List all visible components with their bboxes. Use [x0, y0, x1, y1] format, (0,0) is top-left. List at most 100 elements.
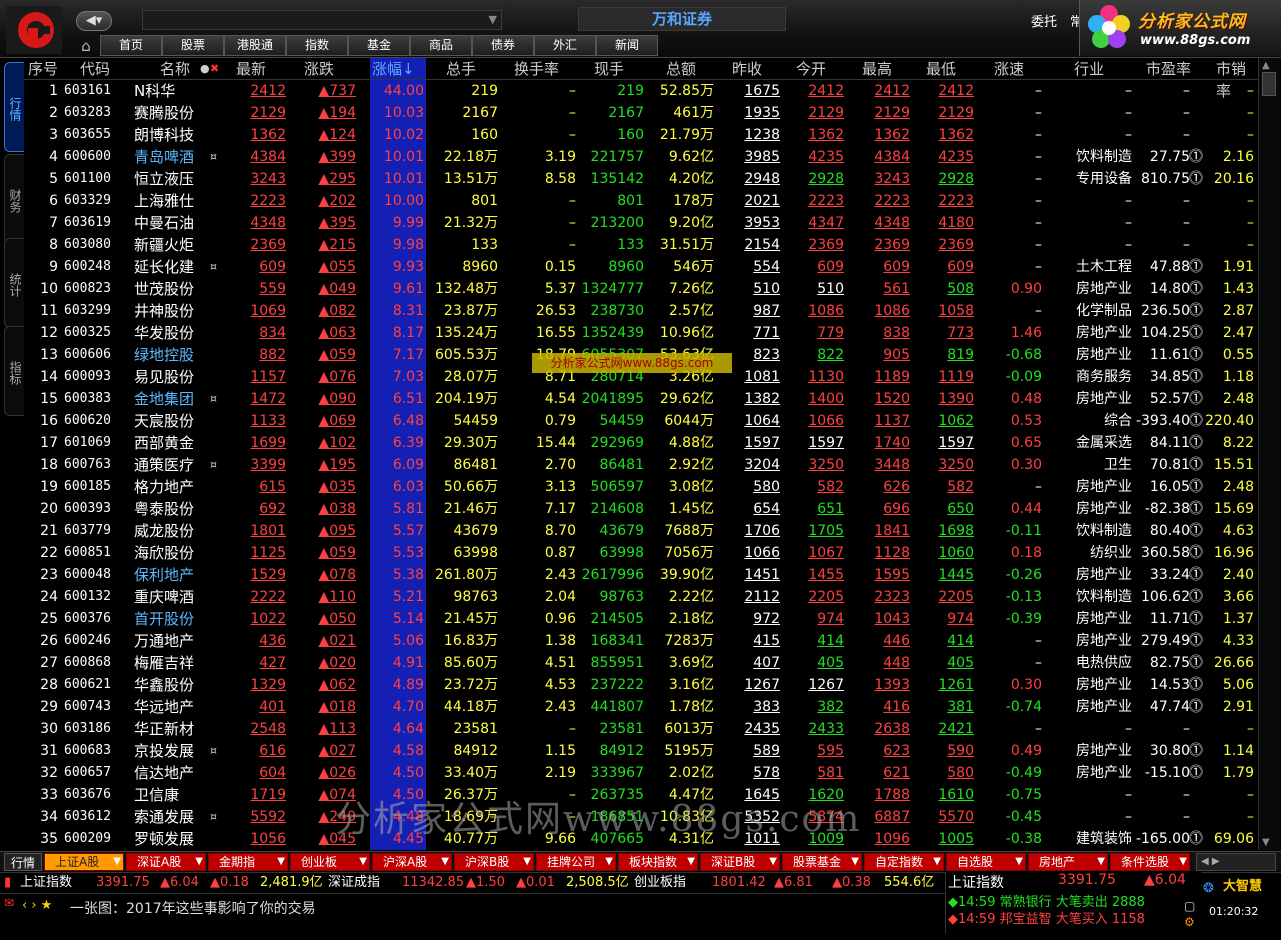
tab-finance[interactable]: 财务 — [4, 154, 24, 244]
trade-button[interactable]: 委托 — [1031, 11, 1057, 30]
cell-name[interactable]: 海欣股份 — [134, 542, 214, 564]
cell-name[interactable]: 通策医疗 — [134, 454, 214, 476]
home-icon[interactable]: ⌂ — [76, 37, 96, 55]
bottom-tab[interactable]: 房地产 ▼ — [1028, 853, 1108, 871]
cell-code[interactable]: 600209 — [64, 828, 114, 850]
chevron-down-icon[interactable]: ▼ — [523, 854, 531, 870]
chevron-down-icon[interactable]: ▼ — [605, 854, 613, 870]
menu-index[interactable]: 指数 — [286, 35, 348, 56]
table-row[interactable]: 4 600600 青岛啤酒 ¤ 4384 ▲399 10.01 22.18万 3.19 22175… — [24, 146, 1258, 168]
mail-icon[interactable]: ✉ — [4, 896, 14, 910]
bottom-tab[interactable]: 自定指数 ▼ — [864, 853, 944, 871]
cell-name[interactable]: 井神股份 — [134, 300, 214, 322]
col-last[interactable]: 最新 — [236, 58, 266, 80]
cell-code[interactable]: 600248 — [64, 256, 114, 278]
col-change[interactable]: 涨跌 — [304, 58, 334, 80]
table-row[interactable]: 21 603779 威龙股份 1801 ▲095 5.57 43679 8.70 43679 76… — [24, 520, 1258, 542]
cell-code[interactable]: 603080 — [64, 234, 114, 256]
table-row[interactable]: 31 600683 京投发展 ¤ 616 ▲027 4.58 84912 1.15 84912 51… — [24, 740, 1258, 762]
col-low[interactable]: 最低 — [926, 58, 956, 80]
table-row[interactable]: 10 600823 世茂股份 559 ▲049 9.61 132.48万 5.37 132477… — [24, 278, 1258, 300]
bottom-tab[interactable]: 上证A股 ▼ — [44, 853, 124, 871]
col-pe[interactable]: 市盈率 — [1146, 58, 1191, 80]
table-row[interactable]: 25 600376 首开股份 1022 ▲050 5.14 21.45万 0.96 214505… — [24, 608, 1258, 630]
scroll-up-icon[interactable]: ▲ — [1262, 60, 1270, 71]
cell-name[interactable]: 世茂股份 — [134, 278, 214, 300]
bottom-tab[interactable]: 深证B股 ▼ — [700, 853, 780, 871]
cell-name[interactable]: 首开股份 — [134, 608, 214, 630]
bottom-tab[interactable]: 条件选股 ▼ — [1110, 853, 1190, 871]
scroll-thumb[interactable] — [1262, 72, 1276, 96]
cell-code[interactable]: 600376 — [64, 608, 114, 630]
cell-name[interactable]: 恒立液压 — [134, 168, 214, 190]
cell-name[interactable]: 中曼石油 — [134, 212, 214, 234]
cell-code[interactable]: 600868 — [64, 652, 114, 674]
col-industry[interactable]: 行业 — [1074, 58, 1104, 80]
quotes-button[interactable]: 行情 — [4, 853, 42, 871]
bottom-tab[interactable]: 挂牌公司 ▼ — [536, 853, 616, 871]
menu-funds[interactable]: 基金 — [348, 35, 410, 56]
cell-name[interactable]: 天宸股份 — [134, 410, 214, 432]
news-headline[interactable]: 一张图：2017年这些事影响了你的交易 — [70, 898, 316, 918]
cell-code[interactable]: 600851 — [64, 542, 114, 564]
chevron-down-icon[interactable]: ▼ — [687, 854, 695, 870]
menu-forex[interactable]: 外汇 — [534, 35, 596, 56]
table-row[interactable]: 11 603299 井神股份 1069 ▲082 8.31 23.87万 26.53 23873… — [24, 300, 1258, 322]
col-cur-vol[interactable]: 现手 — [594, 58, 624, 80]
cell-code[interactable]: 600048 — [64, 564, 114, 586]
chevron-down-icon[interactable]: ▼ — [851, 854, 859, 870]
table-row[interactable]: 26 600246 万通地产 436 ▲021 5.06 16.83万 1.38 168341 7… — [24, 630, 1258, 652]
tab-quotes[interactable]: 行情 — [4, 62, 24, 152]
table-row[interactable]: 8 603080 新疆火炬 2369 ▲215 9.98 133 – 133 31.51万 2154… — [24, 234, 1258, 256]
menu-commodities[interactable]: 商品 — [410, 35, 472, 56]
chevron-down-icon[interactable]: ▼ — [195, 854, 203, 870]
cell-name[interactable]: 信达地产 — [134, 762, 214, 784]
chevron-down-icon[interactable]: ▼ — [1015, 854, 1023, 870]
cell-name[interactable]: 威龙股份 — [134, 520, 214, 542]
cell-name[interactable]: 保利地产 — [134, 564, 214, 586]
cell-code[interactable]: 600246 — [64, 630, 114, 652]
cell-name[interactable]: 格力地产 — [134, 476, 214, 498]
cell-name[interactable]: 绿地控股 — [134, 344, 214, 366]
menu-home[interactable]: 首页 — [100, 35, 162, 56]
chevron-down-icon[interactable]: ▼ — [769, 854, 777, 870]
table-row[interactable]: 30 603186 华正新材 2548 ▲113 4.64 23581 – 23581 6013万… — [24, 718, 1258, 740]
table-row[interactable]: 23 600048 保利地产 1529 ▲078 5.38 261.80万 2.43 26179… — [24, 564, 1258, 586]
cy-index-name[interactable]: 创业板指 — [634, 873, 686, 892]
table-row[interactable]: 29 600743 华远地产 401 ▲018 4.70 44.18万 2.43 441807 1… — [24, 696, 1258, 718]
cell-name[interactable]: 赛腾股份 — [134, 102, 214, 124]
table-row[interactable]: 6 603329 上海雅仕 2223 ▲202 10.00 801 – 801 178万 2021 2… — [24, 190, 1258, 212]
back-button[interactable]: ◀▾ — [76, 11, 112, 31]
cell-code[interactable]: 600657 — [64, 762, 114, 784]
settings-gear-icon[interactable]: ⚙ — [1184, 915, 1195, 929]
cell-name[interactable]: 重庆啤酒 — [134, 586, 214, 608]
table-row[interactable]: 3 603655 朗博科技 1362 ▲124 10.02 160 – 160 21.79万 123… — [24, 124, 1258, 146]
cell-code[interactable]: 603161 — [64, 80, 114, 102]
col-open[interactable]: 今开 — [796, 58, 826, 80]
cell-code[interactable]: 603676 — [64, 784, 114, 806]
col-seq[interactable]: 序号 — [28, 58, 58, 80]
cell-name[interactable]: 上海雅仕 — [134, 190, 214, 212]
cell-code[interactable]: 600683 — [64, 740, 114, 762]
cell-code[interactable]: 600606 — [64, 344, 114, 366]
cell-code[interactable]: 603299 — [64, 300, 114, 322]
cell-name[interactable]: 卫信康 — [134, 784, 214, 806]
bottom-tab[interactable]: 股票基金 ▼ — [782, 853, 862, 871]
col-name[interactable]: 名称 — [160, 58, 190, 80]
col-ps[interactable]: 市销率 — [1216, 58, 1258, 100]
chevron-down-icon[interactable]: ▼ — [1097, 854, 1105, 870]
cell-name[interactable]: 新疆火炬 — [134, 234, 214, 256]
table-row[interactable]: 32 600657 信达地产 604 ▲026 4.50 33.40万 2.19 333967 2… — [24, 762, 1258, 784]
cell-code[interactable]: 600823 — [64, 278, 114, 300]
table-row[interactable]: 22 600851 海欣股份 1125 ▲059 5.53 63998 0.87 63998 70… — [24, 542, 1258, 564]
vertical-scrollbar[interactable]: ▲ ▼ — [1258, 58, 1280, 850]
cell-name[interactable]: 华正新材 — [134, 718, 214, 740]
menu-hk-connect[interactable]: 港股通 — [224, 35, 286, 56]
col-code[interactable]: 代码 — [80, 58, 110, 80]
cell-code[interactable]: 600093 — [64, 366, 114, 388]
cell-code[interactable]: 601069 — [64, 432, 114, 454]
cell-code[interactable]: 600600 — [64, 146, 114, 168]
window-icon[interactable]: ▢ — [1184, 899, 1195, 913]
table-row[interactable]: 1 603161 N科华 2412 ▲737 44.00 219 – 219 52.85万 1675… — [24, 80, 1258, 102]
cell-name[interactable]: 索通发展 — [134, 806, 214, 828]
